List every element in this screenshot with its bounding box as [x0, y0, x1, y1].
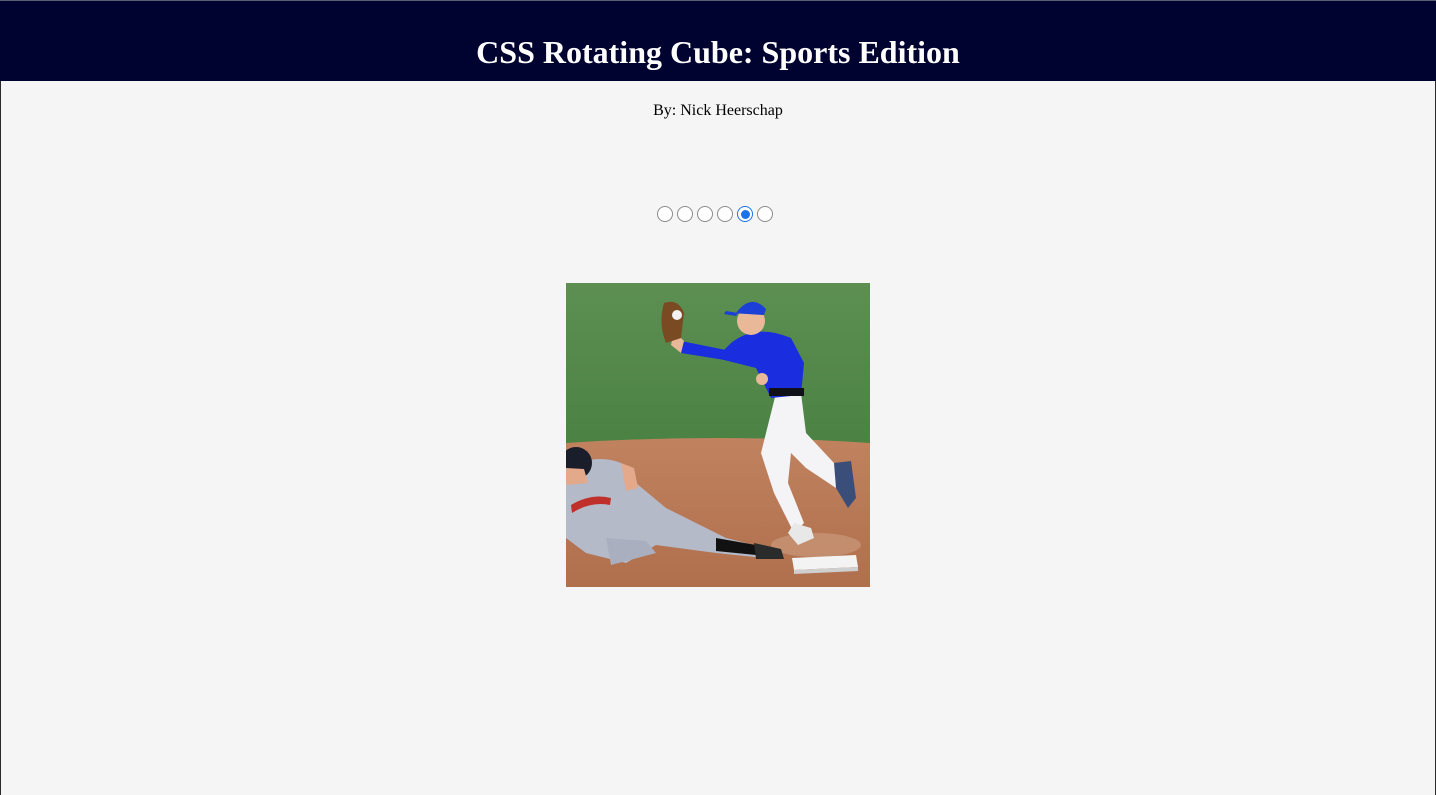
- face-radio-1[interactable]: [657, 206, 673, 222]
- face-radio-5[interactable]: [737, 206, 753, 222]
- cube-face-image: [566, 283, 870, 587]
- page-title: CSS Rotating Cube: Sports Edition: [476, 34, 960, 70]
- author-byline: By: Nick Heerschap: [653, 102, 783, 119]
- page-header: CSS Rotating Cube: Sports Edition: [0, 0, 1436, 81]
- face-radio-6[interactable]: [757, 206, 773, 222]
- face-radio-2[interactable]: [677, 206, 693, 222]
- cube-face-selector: [657, 205, 773, 223]
- face-radio-3[interactable]: [697, 206, 713, 222]
- baseball-slide-photo: [566, 283, 870, 587]
- face-radio-4[interactable]: [717, 206, 733, 222]
